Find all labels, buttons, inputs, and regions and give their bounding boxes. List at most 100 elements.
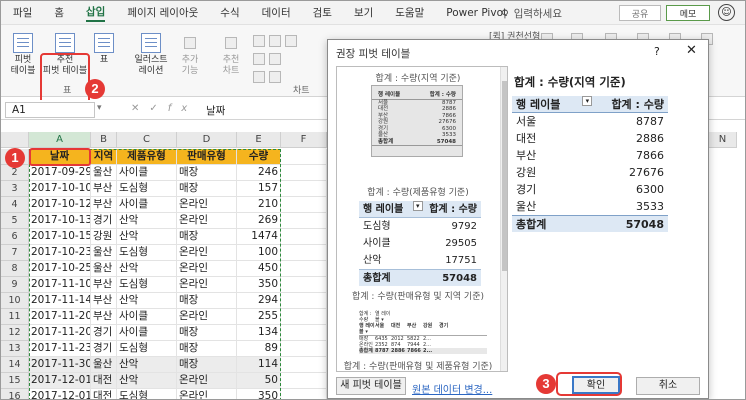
recommended-charts-button[interactable]: 추천 차트 [215, 33, 247, 77]
table-cell[interactable]: 2017-12-01 [29, 389, 91, 399]
table-cell[interactable]: 매장 [177, 325, 237, 341]
smiley-icon[interactable]: ☺ [718, 4, 735, 21]
table-cell[interactable]: 대전 [91, 389, 117, 399]
recommendation-list[interactable]: 합계 : 수량(지역 기준) 행 레이블 합계 : 수량 서울 8787 대전 2886 부… [336, 66, 508, 372]
column-header-n[interactable]: N [709, 132, 737, 148]
row-header[interactable]: 4 [1, 197, 29, 213]
table-cell[interactable]: 사이클 [117, 197, 177, 213]
row-header[interactable]: 10 [1, 293, 29, 309]
table-cell[interactable]: 2017-11-20 [29, 325, 91, 341]
table-cell[interactable] [281, 181, 327, 197]
row-header[interactable]: 6 [1, 229, 29, 245]
table-cell[interactable] [281, 277, 327, 293]
row-header[interactable]: 3 [1, 181, 29, 197]
row-header[interactable]: 16 [1, 389, 29, 399]
table-cell[interactable]: 350 [237, 389, 281, 399]
statistic-chart-icon[interactable] [285, 35, 297, 47]
scatter-chart-icon[interactable] [269, 53, 281, 65]
illustrations-button[interactable]: 일러스트 레이션 [129, 33, 173, 77]
header-cell[interactable] [281, 149, 327, 165]
filter-dropdown-icon[interactable]: ▾ [582, 96, 593, 106]
name-box-dropdown-icon[interactable]: ▾ [97, 103, 102, 113]
tab-data[interactable]: 데이터 [262, 5, 291, 20]
table-cell[interactable] [281, 261, 327, 277]
option3-thumbnail[interactable]: 합계 : 수량 열 레이블 ▾ 행 레이블 ▾ 서울 대전 부산 강원 경기 매장 6435 201… [359, 311, 487, 354]
table-cell[interactable] [281, 325, 327, 341]
header-cell[interactable]: 판매유형 [177, 149, 237, 165]
cancel-button[interactable]: 취소 [636, 377, 700, 395]
column-header-b[interactable]: B [91, 132, 117, 148]
table-cell[interactable]: 2017-10-23 [29, 245, 91, 261]
table-cell[interactable]: 산악 [117, 261, 177, 277]
row-header[interactable]: 7 [1, 245, 29, 261]
tab-power-pivot[interactable]: Power Pivot [446, 7, 507, 19]
table-cell[interactable]: 2017-11-20 [29, 309, 91, 325]
table-cell[interactable] [281, 293, 327, 309]
table-cell[interactable]: 온라인 [177, 309, 237, 325]
table-cell[interactable]: 온라인 [177, 261, 237, 277]
table-cell[interactable]: 50 [237, 373, 281, 389]
row-header[interactable]: 15 [1, 373, 29, 389]
row-header[interactable]: 11 [1, 309, 29, 325]
tab-review[interactable]: 검토 [313, 5, 332, 20]
table-cell[interactable] [281, 373, 327, 389]
table-cell[interactable]: 157 [237, 181, 281, 197]
tab-view[interactable]: 보기 [354, 5, 373, 20]
column-header-a[interactable]: A [29, 132, 91, 148]
table-cell[interactable]: 부산 [91, 277, 117, 293]
table-cell[interactable]: 255 [237, 309, 281, 325]
table-button[interactable]: 표 [93, 33, 115, 66]
tab-file[interactable]: 파일 [13, 5, 32, 20]
table-cell[interactable]: 89 [237, 341, 281, 357]
table-cell[interactable]: 매장 [177, 341, 237, 357]
table-cell[interactable]: 매장 [177, 181, 237, 197]
column-header-d[interactable]: D [177, 132, 237, 148]
table-cell[interactable]: 2017-10-25 [29, 261, 91, 277]
table-cell[interactable]: 도심형 [117, 181, 177, 197]
table-cell[interactable]: 210 [237, 197, 281, 213]
table-cell[interactable]: 산악 [117, 373, 177, 389]
table-cell[interactable]: 부산 [91, 309, 117, 325]
addins-button[interactable]: 추가 기능 [175, 33, 205, 77]
name-box[interactable]: A1 [5, 102, 95, 118]
table-cell[interactable]: 269 [237, 213, 281, 229]
table-cell[interactable]: 2017-09-29 [29, 165, 91, 181]
table-cell[interactable]: 온라인 [177, 277, 237, 293]
pivot-table-button[interactable]: 피벗 테이블 [7, 33, 39, 77]
table-cell[interactable]: 100 [237, 245, 281, 261]
help-icon[interactable]: ? [654, 45, 660, 58]
table-cell[interactable]: 부산 [91, 293, 117, 309]
table-cell[interactable]: 온라인 [177, 197, 237, 213]
table-cell[interactable]: 온라인 [177, 245, 237, 261]
table-cell[interactable]: 2017-11-10 [29, 277, 91, 293]
table-cell[interactable] [281, 245, 327, 261]
table-cell[interactable]: 부산 [91, 181, 117, 197]
table-cell[interactable]: 울산 [91, 165, 117, 181]
row-header[interactable]: 12 [1, 325, 29, 341]
table-cell[interactable]: 온라인 [177, 213, 237, 229]
table-cell[interactable]: 도심형 [117, 245, 177, 261]
column-chart-icon[interactable] [253, 35, 265, 47]
tab-help[interactable]: 도움말 [395, 5, 424, 20]
table-cell[interactable]: 134 [237, 325, 281, 341]
table-cell[interactable]: 울산 [91, 261, 117, 277]
table-cell[interactable]: 온라인 [177, 389, 237, 399]
table-cell[interactable]: 온라인 [177, 373, 237, 389]
table-cell[interactable]: 경기 [91, 341, 117, 357]
table-cell[interactable]: 114 [237, 357, 281, 373]
table-cell[interactable]: 산악 [117, 213, 177, 229]
tell-me-box[interactable]: ⚲ 입력하세요 [501, 6, 562, 21]
column-header-c[interactable]: C [117, 132, 177, 148]
table-cell[interactable]: 도심형 [117, 277, 177, 293]
memo-button[interactable]: 메모 [666, 5, 710, 21]
table-cell[interactable]: 294 [237, 293, 281, 309]
table-cell[interactable]: 매장 [177, 293, 237, 309]
header-cell[interactable]: 지역 [91, 149, 117, 165]
tab-formulas[interactable]: 수식 [220, 5, 239, 20]
select-all-corner[interactable] [1, 132, 29, 148]
table-cell[interactable]: 매장 [177, 357, 237, 373]
row-header[interactable]: 5 [1, 213, 29, 229]
table-cell[interactable]: 1474 [237, 229, 281, 245]
table-cell[interactable]: 2017-10-10 [29, 181, 91, 197]
table-cell[interactable]: 246 [237, 165, 281, 181]
